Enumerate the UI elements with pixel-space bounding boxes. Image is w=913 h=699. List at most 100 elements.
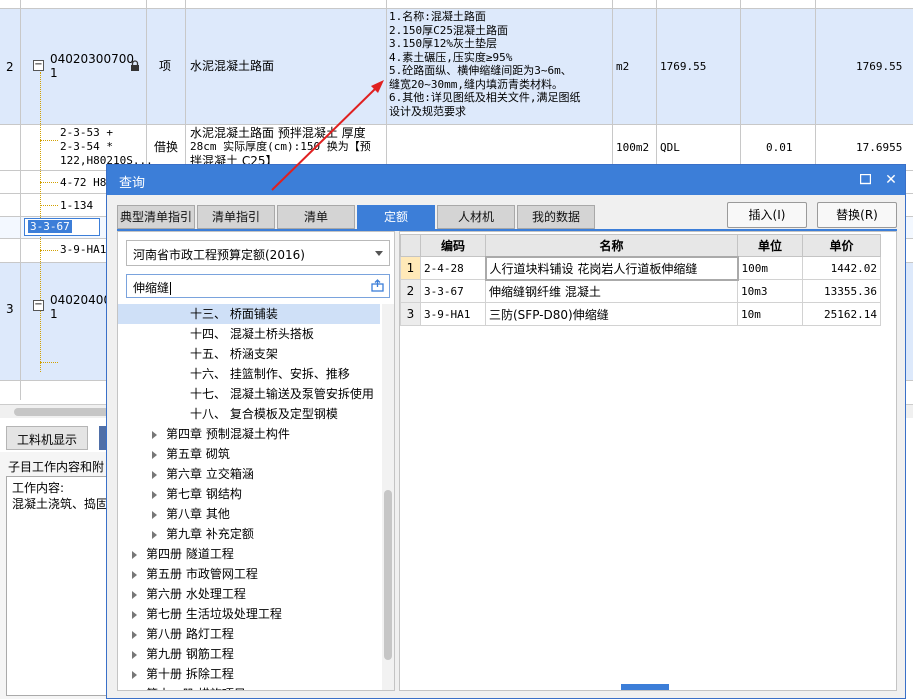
tree-item-label: 第十一册 措施项目: [146, 687, 246, 690]
chevron-right-icon[interactable]: [152, 470, 157, 479]
tree-item-label: 十五、 桥涵支架: [190, 347, 278, 361]
tree-item-label: 第七章 钢结构: [166, 487, 242, 501]
collapse-toggle[interactable]: −: [33, 300, 44, 311]
subitem-code: 1-134: [60, 199, 94, 212]
row-number: 3: [6, 302, 14, 316]
chevron-right-icon[interactable]: [132, 630, 137, 639]
tree-item[interactable]: 第五册 市政管网工程: [118, 564, 380, 584]
subitem-name: 水泥混凝土路面 预拌混凝土 厚度: [190, 126, 366, 140]
subitem-unit: 100m2: [616, 141, 650, 154]
row-number: 2: [6, 60, 14, 74]
tree-item-label: 第六册 水处理工程: [146, 587, 246, 601]
tree-item-label: 十七、 混凝土输送及泵管安拆使用: [190, 387, 374, 401]
tree-item[interactable]: 十三、 桥面铺装: [118, 304, 380, 324]
resize-grip[interactable]: [621, 684, 669, 690]
tree-item[interactable]: 第十一册 措施项目: [118, 684, 380, 690]
insert-button[interactable]: 插入(I): [727, 202, 807, 228]
close-icon[interactable]: ✕: [881, 170, 901, 190]
tree-item[interactable]: 十四、 混凝土桥头搭板: [118, 324, 380, 344]
chevron-right-icon[interactable]: [152, 510, 157, 519]
row-quantity: 1769.55: [660, 60, 707, 73]
row-unit: m2: [616, 60, 630, 73]
maximize-icon[interactable]: [855, 170, 875, 190]
tab-labor-material[interactable]: 工料机显示: [6, 426, 89, 450]
column-header-name[interactable]: 名称: [485, 234, 738, 257]
search-filter-icon[interactable]: [371, 279, 384, 292]
chevron-right-icon[interactable]: [132, 610, 137, 619]
query-dialog: 查询 ✕ 典型清单指引 清单指引 清单 定额 人材机 我的数据 插入(I) 替换…: [106, 164, 906, 699]
tree-item[interactable]: 第五章 砌筑: [118, 444, 380, 464]
chevron-right-icon[interactable]: [132, 590, 137, 599]
lock-icon: [131, 60, 139, 71]
tab-quota[interactable]: 定额: [357, 205, 435, 229]
chevron-right-icon[interactable]: [152, 450, 157, 459]
tab-list[interactable]: 清单: [277, 205, 355, 229]
row-features: 1.名称:混凝土路面 2.150厚C25混凝土路面 3.150厚12%灰土垫层 …: [389, 10, 581, 118]
row-code-suffix: 1: [50, 307, 58, 321]
chevron-right-icon[interactable]: [152, 530, 157, 539]
table-row[interactable]: 2 3-3-67 伸缩缝钢纤维 混凝土 10m3 13355.36: [400, 279, 881, 303]
table-row[interactable]: 1 2-4-28 人行道块料铺设 花岗岩人行道板伸缩缝 100m 1442.02: [400, 255, 881, 281]
subitem-quantity: 0.01: [766, 141, 793, 154]
row-code: 04020300700: [50, 52, 134, 66]
tree-item-label: 十四、 混凝土桥头搭板: [190, 327, 314, 341]
tree-item-label: 第四册 隧道工程: [146, 547, 234, 561]
tree-item-label: 第四章 预制混凝土构件: [166, 427, 290, 441]
chevron-right-icon[interactable]: [132, 650, 137, 659]
tree-item[interactable]: 第四册 隧道工程: [118, 544, 380, 564]
row-name: 水泥混凝土路面: [190, 59, 275, 73]
quota-tree-panel: 河南省市政工程预算定额(2016) 伸缩缝 十三、 桥面铺装十四、 混凝土桥头搭…: [117, 231, 395, 691]
column-header-unit[interactable]: 单位: [737, 234, 803, 257]
tree-item-label: 第五章 砌筑: [166, 447, 230, 461]
subitem-code: 3-9-HA1: [60, 243, 107, 256]
replace-button[interactable]: 替换(R): [817, 202, 897, 228]
tab-list-guide[interactable]: 清单指引: [197, 205, 275, 229]
tree-item[interactable]: 第九册 钢筋工程: [118, 644, 380, 664]
tree-item[interactable]: 第六章 立交箱涵: [118, 464, 380, 484]
tree-item[interactable]: 十八、 复合模板及定型钢模: [118, 404, 380, 424]
dialog-title: 查询: [119, 176, 146, 191]
tree-scrollbar[interactable]: [382, 304, 394, 690]
tree-item[interactable]: 十五、 桥涵支架: [118, 344, 380, 364]
collapse-toggle[interactable]: −: [33, 60, 44, 71]
subitem-type: 借换: [154, 140, 179, 154]
chevron-right-icon[interactable]: [132, 550, 137, 559]
tree-item-label: 第八章 其他: [166, 507, 230, 521]
tree-item[interactable]: 第八章 其他: [118, 504, 380, 524]
tree-item[interactable]: 第六册 水处理工程: [118, 584, 380, 604]
chevron-right-icon[interactable]: [152, 430, 157, 439]
tree-item[interactable]: 第七章 钢结构: [118, 484, 380, 504]
tree-item[interactable]: 第九章 补充定额: [118, 524, 380, 544]
tree-item[interactable]: 十六、 挂篮制作、安拆、推移: [118, 364, 380, 384]
subitem-total: 17.6955: [856, 141, 903, 154]
tab-typical-list-guide[interactable]: 典型清单指引: [117, 205, 195, 229]
row-code-suffix: 1: [50, 66, 58, 80]
results-table: 编码 名称 单位 单价 1 2-4-28 人行道块料铺设 花岗岩人行道板伸缩缝 …: [400, 234, 881, 326]
chevron-down-icon: [375, 251, 383, 256]
tree-item-label: 第十册 拆除工程: [146, 667, 234, 681]
row-total: 1769.55: [856, 60, 903, 73]
tree-item-label: 第六章 立交箱涵: [166, 467, 254, 481]
column-header-code[interactable]: 编码: [420, 234, 486, 257]
tree-item[interactable]: 第四章 预制混凝土构件: [118, 424, 380, 444]
work-content-box[interactable]: 工作内容: 混凝土浇筑、捣固: [6, 476, 107, 696]
selected-code-cell[interactable]: 3-3-67: [24, 218, 100, 236]
tree-item[interactable]: 十七、 混凝土输送及泵管安拆使用: [118, 384, 380, 404]
table-row[interactable]: 3 3-9-HA1 三防(SFP-D80)伸缩缝 10m 25162.14: [400, 302, 881, 326]
chevron-right-icon[interactable]: [132, 670, 137, 679]
tree-item[interactable]: 第七册 生活垃圾处理工程: [118, 604, 380, 624]
tab-my-data[interactable]: 我的数据: [517, 205, 595, 229]
tree-item[interactable]: 第八册 路灯工程: [118, 624, 380, 644]
row-type: 项: [159, 59, 172, 73]
subitem-code: 2-3-53 +: [60, 126, 113, 139]
tree-item-label: 第七册 生活垃圾处理工程: [146, 607, 282, 621]
quota-library-select[interactable]: 河南省市政工程预算定额(2016): [126, 240, 390, 266]
chevron-right-icon[interactable]: [152, 490, 157, 499]
subitem-expression: QDL: [660, 141, 680, 154]
search-input[interactable]: 伸缩缝: [126, 274, 390, 298]
tree-item[interactable]: 第十册 拆除工程: [118, 664, 380, 684]
tab-labor-materials[interactable]: 人材机: [437, 205, 515, 229]
column-header-price[interactable]: 单价: [802, 234, 881, 257]
dialog-titlebar[interactable]: 查询 ✕: [107, 165, 905, 195]
chevron-right-icon[interactable]: [132, 570, 137, 579]
